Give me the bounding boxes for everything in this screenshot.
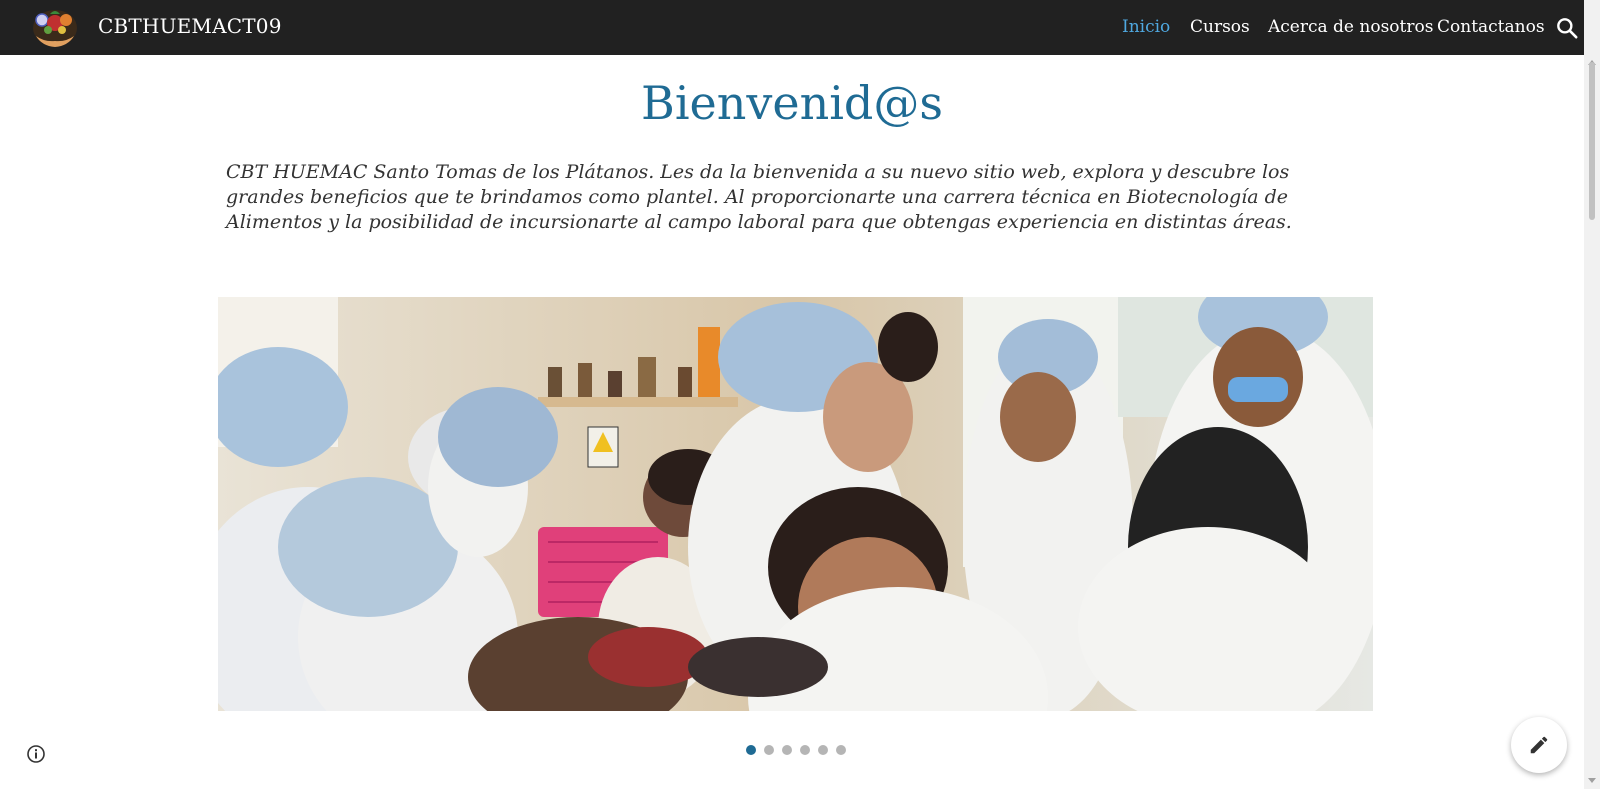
carousel-dot-6[interactable]: [836, 745, 846, 755]
page-heading: Bienvenid@s: [641, 76, 943, 130]
nav-cursos[interactable]: Cursos: [1190, 17, 1250, 37]
info-icon[interactable]: [26, 744, 46, 764]
intro-paragraph: CBT HUEMAC Santo Tomas de los Plátanos. …: [226, 161, 1292, 233]
school-logo-icon[interactable]: [28, 6, 82, 50]
nav-contactanos[interactable]: Contactanos: [1437, 17, 1545, 37]
nav-acerca-de-nosotros[interactable]: Acerca de nosotros: [1268, 17, 1433, 37]
site-title[interactable]: CBTHUEMACT09: [98, 14, 282, 38]
site-header: CBTHUEMACT09 Inicio Cursos Acerca de nos…: [0, 0, 1584, 55]
search-icon[interactable]: [1554, 15, 1580, 41]
carousel-image[interactable]: [218, 297, 1373, 711]
pencil-icon: [1530, 736, 1548, 754]
scroll-down-arrow[interactable]: [1588, 778, 1596, 783]
students-photo: [218, 297, 1373, 711]
scrollbar-thumb[interactable]: [1589, 62, 1595, 220]
carousel-dot-2[interactable]: [764, 745, 774, 755]
carousel-dot-5[interactable]: [818, 745, 828, 755]
edit-button[interactable]: [1511, 717, 1567, 773]
carousel-dot-3[interactable]: [782, 745, 792, 755]
nav-inicio[interactable]: Inicio: [1122, 17, 1170, 37]
carousel-dot-4[interactable]: [800, 745, 810, 755]
carousel-dot-1[interactable]: [746, 745, 756, 755]
